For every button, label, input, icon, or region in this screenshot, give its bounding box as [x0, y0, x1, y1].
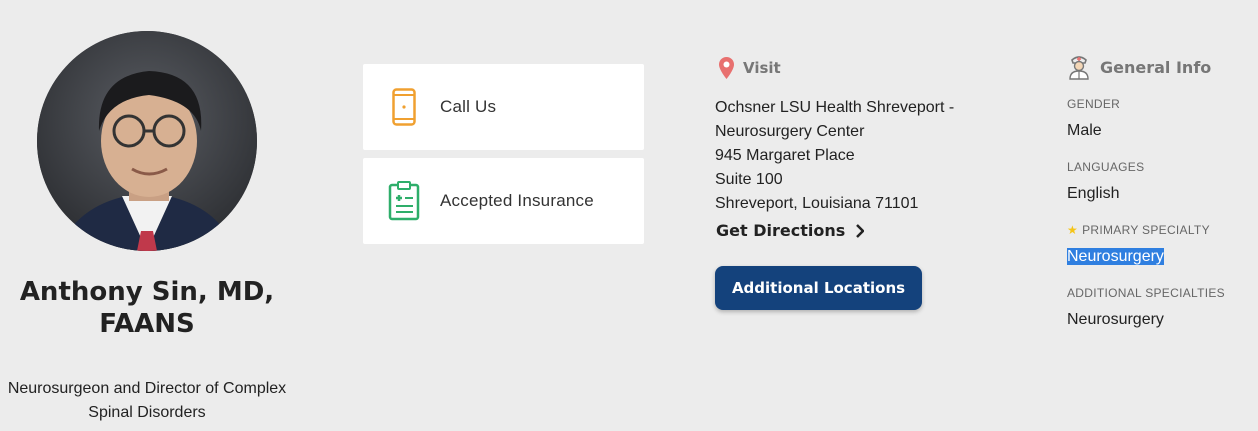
address-line: 945 Margaret Place	[715, 147, 855, 164]
visit-heading-label: Visit	[743, 59, 781, 77]
languages-value: English	[1067, 185, 1120, 202]
doctor-title-line2: Spinal Disorders	[88, 404, 206, 421]
clipboard-icon	[387, 181, 421, 221]
star-icon: ★	[1067, 223, 1079, 237]
doctor-title-line1: Neurosurgeon and Director of Complex	[7, 380, 287, 397]
primary-specialty-value[interactable]: Neurosurgery	[1067, 248, 1164, 266]
primary-specialty-heading: ★ PRIMARY SPECIALTY	[1067, 223, 1210, 237]
gender-value: Male	[1067, 122, 1102, 139]
address-line: Ochsner LSU Health Shreveport -	[715, 99, 955, 116]
call-us-label: Call Us	[440, 97, 497, 116]
doctor-title: Neurosurgeon and Director of Complex Spi…	[0, 377, 294, 425]
additional-locations-button[interactable]: Additional Locations	[715, 266, 922, 310]
doctor-name-line1: Anthony Sin, MD,	[19, 277, 275, 307]
primary-specialty-text: Neurosurgery	[1067, 248, 1164, 265]
doctor-name: Anthony Sin, MD, FAANS	[0, 276, 294, 340]
call-us-card[interactable]: Call Us	[363, 64, 644, 150]
phone-icon	[387, 87, 421, 127]
general-info-heading: General Info	[1068, 54, 1211, 80]
map-pin-icon	[718, 56, 735, 80]
doctor-photo	[37, 31, 257, 251]
languages-label: LANGUAGES	[1067, 160, 1145, 174]
doctor-icon	[1068, 54, 1090, 80]
general-info-label: General Info	[1100, 57, 1212, 77]
primary-specialty-label: PRIMARY SPECIALTY	[1082, 223, 1210, 237]
address-line: Neurosurgery Center	[715, 123, 865, 140]
doctor-name-line2: FAANS	[99, 309, 195, 339]
address-line: Shreveport, Louisiana 71101	[715, 195, 919, 212]
address-line: Suite 100	[715, 171, 783, 188]
get-directions-label: Get Directions	[716, 221, 846, 240]
chevron-right-icon	[855, 223, 865, 238]
additional-specialties-label: ADDITIONAL SPECIALTIES	[1067, 286, 1225, 300]
accepted-insurance-label: Accepted Insurance	[440, 191, 594, 210]
doctor-portrait-image	[37, 31, 257, 251]
visit-address: Ochsner LSU Health Shreveport - Neurosur…	[715, 96, 954, 216]
get-directions-link[interactable]: Get Directions	[716, 221, 865, 240]
additional-specialties-value: Neurosurgery	[1067, 311, 1164, 328]
visit-heading: Visit	[718, 56, 781, 80]
gender-label: GENDER	[1067, 97, 1121, 111]
accepted-insurance-card[interactable]: Accepted Insurance	[363, 158, 644, 244]
